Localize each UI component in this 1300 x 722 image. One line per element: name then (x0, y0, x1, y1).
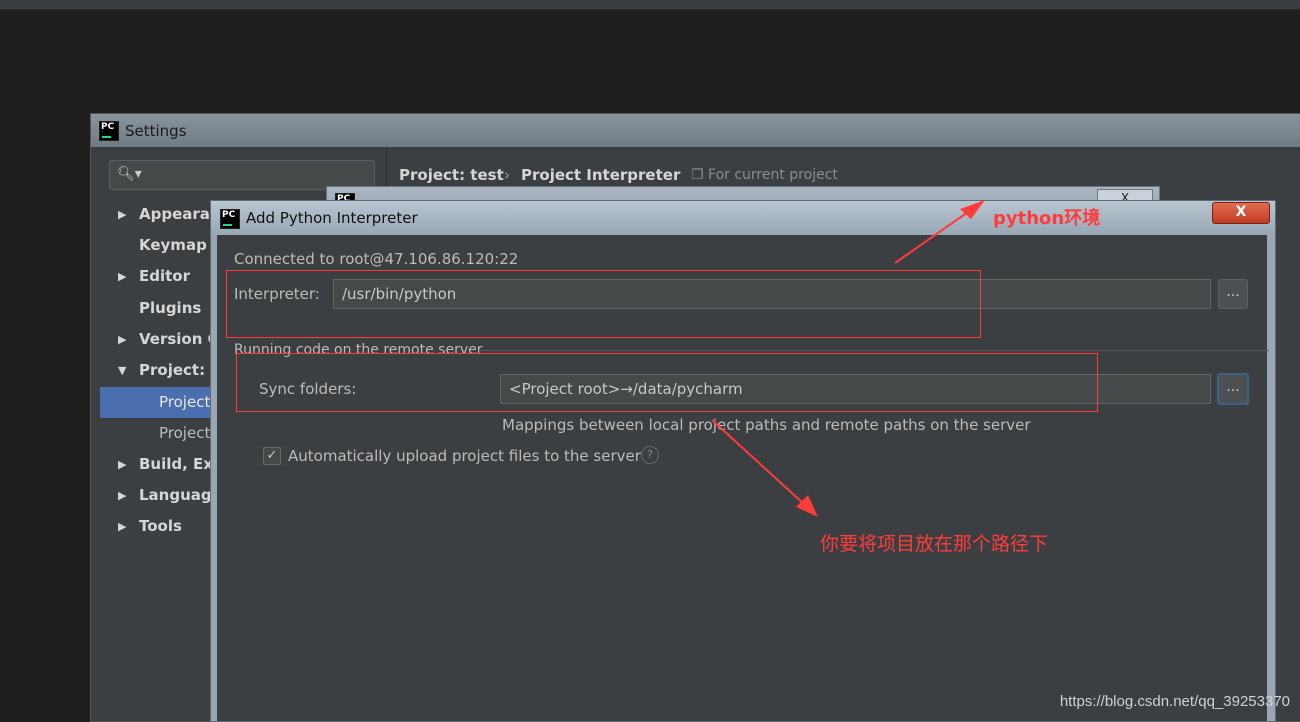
watermark: https://blog.csdn.net/qq_39253370 (1059, 693, 1290, 710)
annotation-arrows (711, 200, 985, 517)
path-note-annotation: 你要将项目放在那个路径下 (820, 533, 1049, 555)
python-env-annotation: python环境 (993, 208, 1101, 229)
arrow-to-interpreter (894, 211, 969, 264)
arrowhead (796, 495, 818, 517)
arrow-to-path-note (711, 419, 806, 506)
